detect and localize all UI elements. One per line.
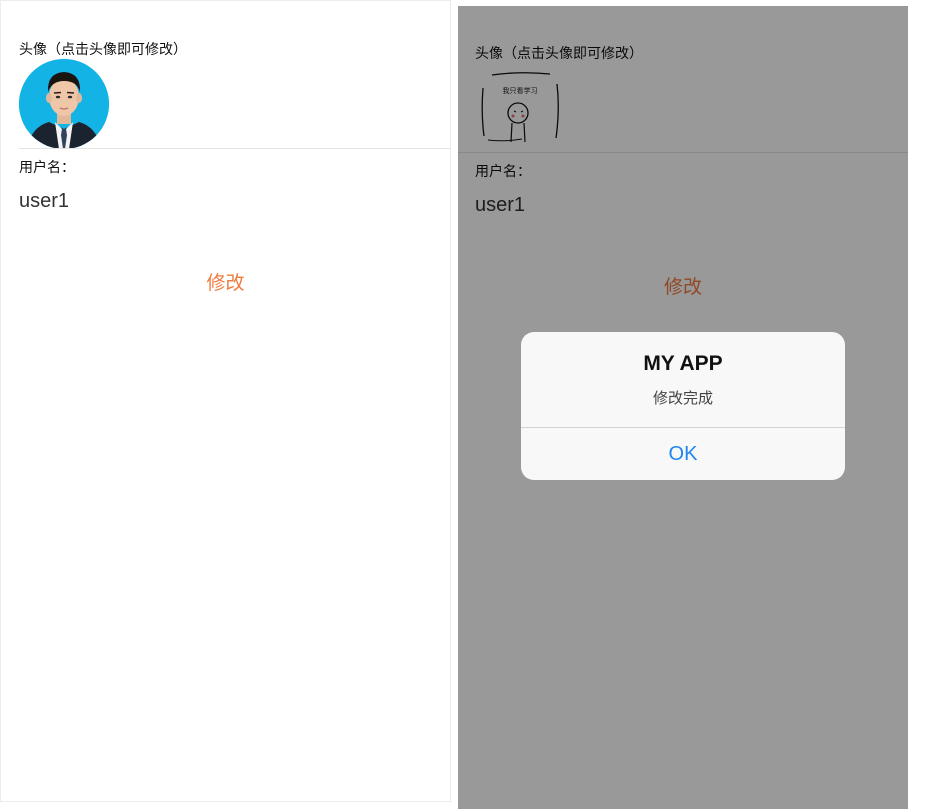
profile-screen-after: 头像（点击头像即可修改） 我只看学习 用户名： user1 修改 MY APP …: [458, 6, 908, 809]
ok-button[interactable]: OK: [521, 428, 845, 480]
avatar-photo[interactable]: [19, 59, 109, 149]
stage: 头像（点击头像即可修改） 用户名： user1 修改 头像（点击头像即可修改） …: [0, 0, 937, 809]
portrait-image: [19, 59, 109, 149]
profile-screen-before: 头像（点击头像即可修改） 用户名： user1 修改: [0, 0, 451, 802]
username-value: user1: [19, 190, 70, 212]
username-label: 用户名：: [19, 160, 75, 176]
alert-dialog: MY APP 修改完成 OK: [521, 332, 845, 480]
dialog-title: MY APP: [643, 352, 723, 375]
edit-button[interactable]: 修改: [1, 271, 450, 295]
dialog-message: 修改完成: [652, 389, 713, 407]
divider: [19, 148, 450, 149]
avatar-label: 头像（点击头像即可修改）: [19, 42, 187, 58]
